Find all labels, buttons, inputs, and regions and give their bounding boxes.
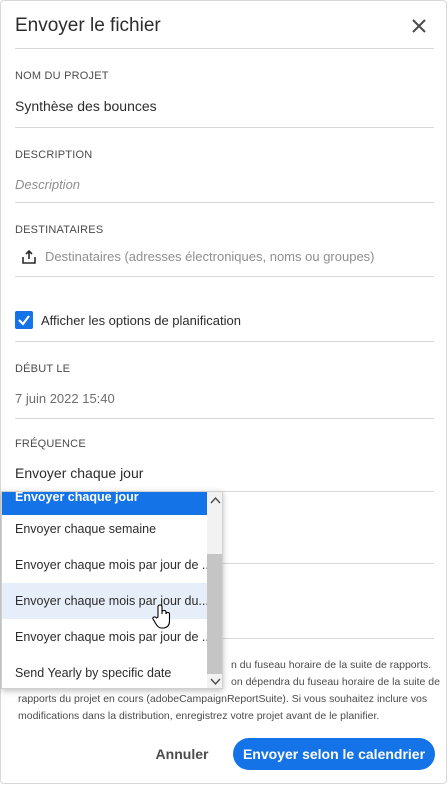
timezone-note-line: rapports du projet en cours (adobeCampai…: [18, 693, 428, 705]
dropdown-option[interactable]: Envoyer chaque semaine: [2, 511, 207, 547]
dialog-title: Envoyer le fichier: [15, 15, 161, 36]
frequency-dropdown-list: Envoyer chaque jour Envoyer chaque semai…: [1, 491, 223, 689]
description-input[interactable]: Description: [15, 177, 80, 192]
divider: [15, 418, 434, 419]
description-label: DESCRIPTION: [15, 149, 93, 161]
send-on-schedule-button[interactable]: Envoyer selon le calendrier: [233, 738, 435, 770]
dropdown-option[interactable]: Envoyer chaque mois par jour de ...: [2, 547, 207, 583]
scrollbar-thumb[interactable]: [207, 554, 222, 674]
timezone-note-line: on dépendra du fuseau horaire de la suit…: [231, 676, 440, 688]
share-icon: [22, 249, 36, 264]
divider: [15, 341, 434, 342]
schedule-options-label: Afficher les options de planification: [41, 313, 241, 328]
start-date-field[interactable]: 7 juin 2022 15:40: [15, 391, 115, 406]
timezone-note-line: modifications dans la distribution, enre…: [18, 710, 380, 722]
schedule-options-checkbox[interactable]: [15, 311, 33, 329]
timezone-note-line: n du fuseau horaire de la suite de rappo…: [231, 659, 432, 671]
dropdown-option[interactable]: Envoyer chaque mois par jour du...: [2, 583, 207, 619]
start-date-label: DÉBUT LE: [15, 363, 71, 375]
dropdown-option[interactable]: Send Yearly by specific date: [2, 655, 207, 688]
close-icon[interactable]: [408, 15, 430, 37]
project-name-field[interactable]: Synthèse des bounces: [15, 98, 157, 114]
send-file-dialog: Envoyer le fichier NOM DU PROJET Synthès…: [0, 0, 447, 784]
divider: [15, 202, 434, 203]
divider: [15, 127, 434, 128]
recipients-label: DESTINATAIRES: [15, 224, 104, 236]
scroll-up-icon[interactable]: [210, 496, 221, 504]
scroll-down-icon[interactable]: [210, 678, 221, 686]
cancel-button[interactable]: Annuler: [147, 739, 217, 769]
recipients-input[interactable]: Destinataires (adresses électroniques, n…: [45, 249, 375, 264]
project-name-label: NOM DU PROJET: [15, 70, 109, 82]
frequency-label: FRÉQUENCE: [15, 438, 86, 450]
frequency-select[interactable]: Envoyer chaque jour: [15, 465, 143, 481]
dropdown-option[interactable]: Envoyer chaque mois par jour de ...: [2, 619, 207, 655]
hand-cursor-icon: [152, 604, 171, 629]
divider: [15, 48, 434, 49]
checkmark-icon: [18, 315, 30, 326]
divider: [15, 276, 434, 277]
